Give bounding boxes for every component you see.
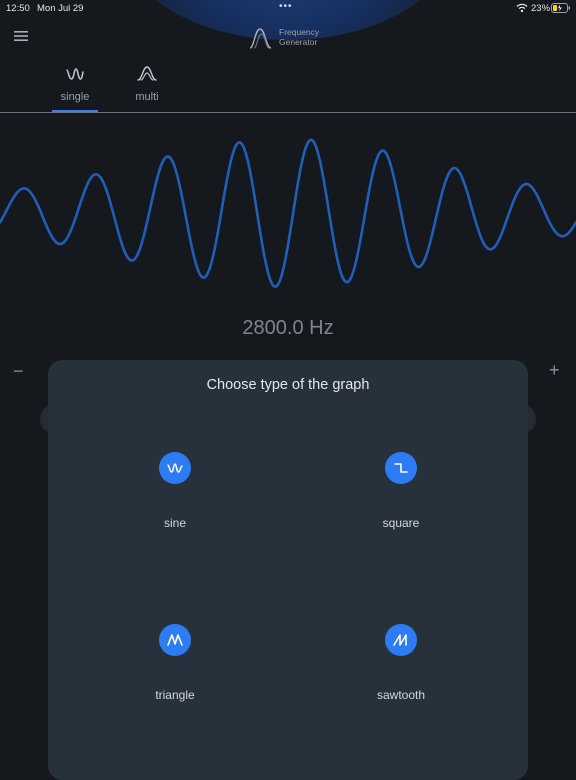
- sine-label: sine: [163, 516, 186, 530]
- tab-multi-label: multi: [135, 91, 159, 103]
- hamburger-icon: [14, 31, 28, 41]
- logo-line-2: Generator: [279, 37, 318, 47]
- increase-frequency-button[interactable]: +: [549, 360, 560, 381]
- sine-option-button[interactable]: [159, 452, 191, 484]
- battery-icon: [551, 3, 571, 16]
- triangle-wave-icon: [167, 634, 183, 646]
- wifi-icon: [516, 3, 528, 16]
- frequency-logo-icon: [249, 28, 272, 49]
- option-triangle[interactable]: triangle: [105, 624, 245, 724]
- tab-single-label: single: [60, 91, 90, 103]
- decrease-frequency-button[interactable]: −: [13, 361, 24, 382]
- status-date: Mon Jul 29: [37, 3, 84, 14]
- triangle-label: triangle: [155, 688, 195, 702]
- square-label: square: [382, 516, 420, 530]
- sawtooth-wave-icon: [393, 634, 407, 646]
- tab-divider: [0, 112, 576, 113]
- battery-percent: 23%: [531, 3, 551, 14]
- multi-wave-icon: [137, 66, 157, 81]
- square-wave-icon: [394, 463, 408, 473]
- menu-button[interactable]: [12, 28, 30, 44]
- multitasking-dots[interactable]: •••: [279, 1, 293, 12]
- tab-multi[interactable]: multi: [121, 62, 173, 112]
- status-bar: 12:50 Mon Jul 29 ••• 23%: [0, 0, 576, 18]
- logo-line-1: Frequency: [279, 27, 320, 37]
- app-logo: Frequency Generator: [248, 26, 338, 50]
- sawtooth-option-button[interactable]: [385, 624, 417, 656]
- sheet-title: Choose type of the graph: [206, 377, 370, 393]
- graph-type-sheet: Choose type of the graph sine square tri…: [48, 360, 528, 780]
- option-sine[interactable]: sine: [105, 452, 245, 552]
- option-square[interactable]: square: [331, 452, 471, 552]
- frequency-display: 2800.0 Hz: [242, 317, 334, 339]
- sine-wave-icon: [167, 463, 183, 473]
- triangle-option-button[interactable]: [159, 624, 191, 656]
- waveform-graph: [0, 138, 576, 288]
- status-time: 12:50: [6, 3, 30, 14]
- waveform-line: [0, 138, 576, 288]
- tab-single[interactable]: single: [49, 62, 101, 112]
- logo-text: Frequency Generator: [279, 27, 319, 47]
- option-sawtooth[interactable]: sawtooth: [331, 624, 471, 724]
- sine-wave-icon: [66, 68, 84, 80]
- sawtooth-label: sawtooth: [376, 688, 426, 702]
- square-option-button[interactable]: [385, 452, 417, 484]
